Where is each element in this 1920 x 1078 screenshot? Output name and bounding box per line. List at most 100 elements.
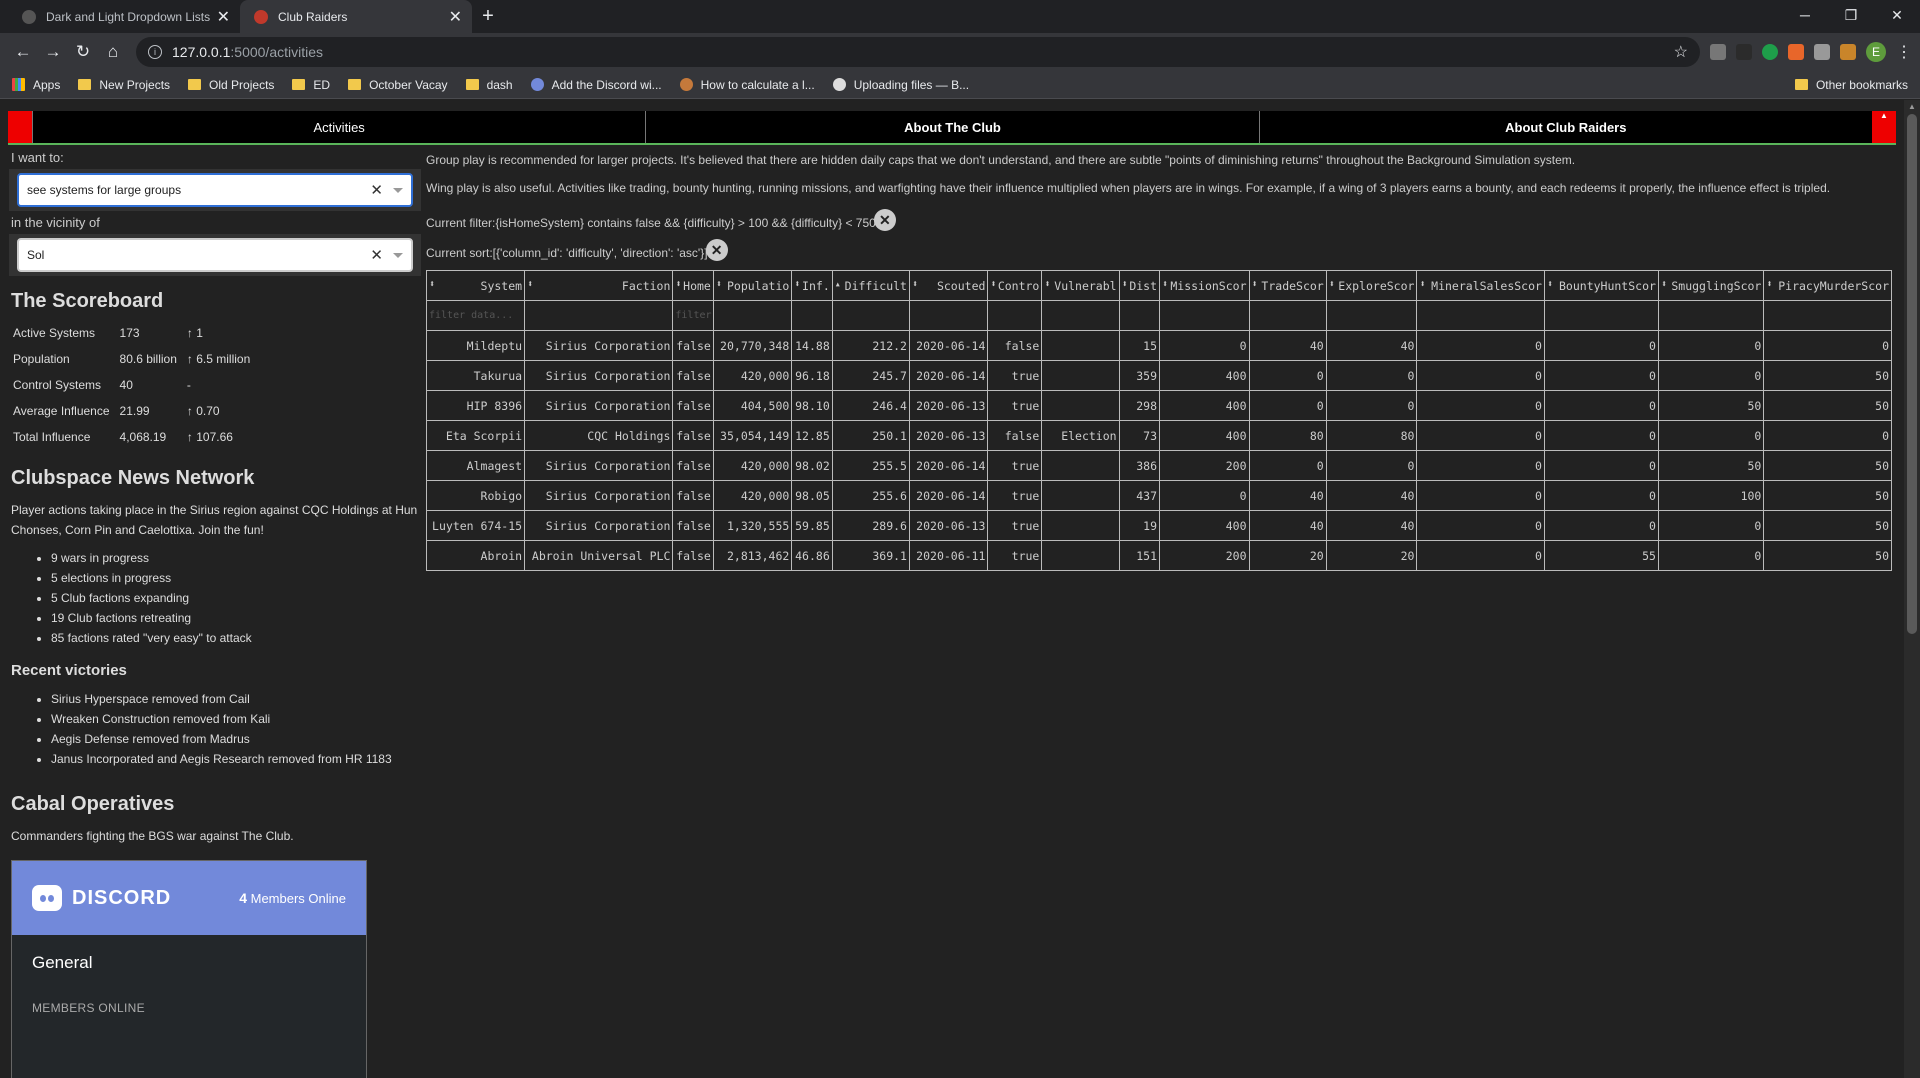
sort-asc-icon[interactable]: ▴ (835, 279, 841, 290)
column-filter-input[interactable] (1041, 300, 1120, 331)
column-header[interactable]: ⬍ Populatio (712, 270, 793, 301)
column-filter-input[interactable] (1543, 300, 1659, 331)
bookmark-item[interactable]: Apps (12, 78, 60, 92)
extension-icon[interactable] (1788, 44, 1804, 60)
column-filter-input[interactable] (1325, 300, 1418, 331)
column-header[interactable]: ⬍ TradeScor (1248, 270, 1327, 301)
column-header[interactable]: ⬍ Scouted (908, 270, 989, 301)
clear-sort-icon[interactable]: ✕ (705, 239, 728, 261)
extension-icon[interactable] (1736, 44, 1752, 60)
close-tab-icon[interactable]: ✕ (217, 7, 230, 27)
sort-icon[interactable]: ⬍ (1252, 279, 1258, 290)
bookmark-item[interactable]: How to calculate a l... (679, 78, 815, 92)
column-filter-input[interactable] (831, 300, 910, 331)
bookmark-item[interactable]: October Vacay (348, 78, 448, 92)
tab-about-the-club[interactable]: About The Club (645, 111, 1258, 143)
bookmark-item[interactable]: Old Projects (188, 78, 274, 92)
tab-about-club-raiders[interactable]: About Club Raiders (1258, 111, 1872, 143)
table-row[interactable]: Takurua Sirius Corporation false 420,000 96.… (425, 360, 1892, 391)
bookmark-item[interactable]: New Projects (78, 78, 170, 92)
profile-avatar[interactable]: E (1866, 42, 1886, 62)
address-bar[interactable]: i 127.0.0.1:5000/activities ☆ (136, 37, 1700, 67)
column-header[interactable]: ⬍ SmugglingScor (1657, 270, 1765, 301)
column-filter-input[interactable] (1118, 300, 1161, 331)
close-tab-icon[interactable]: ✕ (449, 7, 462, 27)
minimize-icon[interactable]: ─ (1782, 0, 1828, 30)
table-row[interactable]: Eta Scorpii CQC Holdings false 35,054,149 12… (425, 420, 1892, 451)
column-header[interactable]: ⬍ System (425, 270, 526, 301)
column-filter-input[interactable] (791, 300, 833, 331)
nav-scroll-up-icon[interactable]: ▲ (1871, 111, 1896, 143)
bookmark-item[interactable]: ED (292, 78, 330, 92)
column-filter-input[interactable] (1763, 300, 1892, 331)
chevron-down-icon[interactable] (393, 252, 403, 258)
column-header[interactable]: ⬍ PiracyMurderScor (1763, 270, 1892, 301)
table-row[interactable]: Mildeptu Sirius Corporation false 20,770,34… (425, 330, 1892, 361)
discord-logo[interactable]: DISCORD (32, 885, 239, 911)
table-row[interactable]: Abroin Abroin Universal PLC false 2,813,462… (425, 540, 1892, 571)
column-header[interactable]: ⬍ ExploreScor (1325, 270, 1418, 301)
column-header[interactable]: ⬍ MineralSalesScor (1416, 270, 1545, 301)
forward-icon[interactable]: → (38, 42, 68, 62)
close-window-icon[interactable]: ✕ (1874, 0, 1920, 30)
column-filter-input[interactable] (524, 300, 674, 331)
sort-icon[interactable]: ⬍ (716, 279, 722, 290)
sort-icon[interactable]: ⬍ (1044, 279, 1050, 290)
bookmark-star-icon[interactable]: ☆ (1674, 42, 1688, 62)
extension-pen-icon[interactable] (1814, 44, 1830, 60)
vicinity-dropdown[interactable]: Sol ✕ (17, 238, 413, 272)
table-row[interactable]: Luyten 674-15 Sirius Corporation false 1,32… (425, 510, 1892, 541)
table-row[interactable]: Almagest Sirius Corporation false 420,000 98… (425, 450, 1892, 481)
column-header[interactable]: ⬍ Dist (1118, 270, 1161, 301)
browser-tab[interactable]: Dark and Light Dropdown Lists | ✕ (8, 0, 240, 33)
home-icon[interactable]: ⌂ (98, 42, 128, 62)
column-header[interactable]: ⬍ Faction (524, 270, 674, 301)
column-filter-input[interactable] (1248, 300, 1327, 331)
browser-tab[interactable]: Club Raiders ✕ (240, 0, 472, 33)
back-icon[interactable]: ← (8, 42, 38, 62)
column-header[interactable]: ⬍ BountyHuntScor (1543, 270, 1659, 301)
column-header[interactable]: ⬍ Vulnerabl (1041, 270, 1120, 301)
column-header[interactable]: ⬍ Home (672, 270, 714, 301)
clear-icon[interactable]: ✕ (370, 246, 383, 264)
page-scrollbar[interactable]: ▲ (1904, 100, 1920, 1078)
table-row[interactable]: Robigo Sirius Corporation false 420,000 98.0… (425, 480, 1892, 511)
column-header[interactable]: ⬍ Inf. (791, 270, 833, 301)
extension-icon[interactable] (1710, 44, 1726, 60)
clear-icon[interactable]: ✕ (370, 181, 383, 199)
column-filter-input[interactable] (1657, 300, 1765, 331)
sort-icon[interactable]: ⬍ (1766, 279, 1772, 290)
scrollbar-thumb[interactable] (1907, 114, 1917, 634)
sort-icon[interactable]: ⬍ (675, 279, 681, 290)
sort-icon[interactable]: ⬍ (1661, 279, 1667, 290)
reload-icon[interactable]: ↻ (68, 42, 98, 62)
extension-k-icon[interactable] (1840, 44, 1856, 60)
sort-icon[interactable]: ⬍ (1122, 279, 1128, 290)
sort-icon[interactable]: ⬍ (1419, 279, 1425, 290)
menu-kebab-icon[interactable]: ⋮ (1896, 42, 1912, 62)
bookmark-item[interactable]: dash (465, 78, 513, 92)
restore-icon[interactable]: ❐ (1828, 0, 1874, 30)
extension-shield-icon[interactable] (1762, 44, 1778, 60)
sort-icon[interactable]: ⬍ (1162, 279, 1168, 290)
activity-dropdown[interactable]: see systems for large groups ✕ (17, 173, 413, 207)
new-tab-button[interactable]: + (472, 0, 504, 33)
column-filter-input[interactable] (987, 300, 1043, 331)
table-row[interactable]: HIP 8396 Sirius Corporation false 404,500 98… (425, 390, 1892, 421)
sort-icon[interactable]: ⬍ (1547, 279, 1553, 290)
column-filter-input[interactable] (1416, 300, 1545, 331)
scroll-up-icon[interactable]: ▲ (1904, 100, 1920, 114)
column-header[interactable]: ⬍ Contro (987, 270, 1043, 301)
column-header[interactable]: ⬍ MissionScor (1159, 270, 1250, 301)
column-filter-input[interactable]: filter data... (425, 300, 526, 331)
sort-icon[interactable]: ⬍ (429, 279, 435, 290)
column-header[interactable]: ▴ Difficult (831, 270, 910, 301)
column-filter-input[interactable] (908, 300, 989, 331)
sort-icon[interactable]: ⬍ (527, 279, 533, 290)
column-filter-input[interactable]: filter data... (672, 300, 714, 331)
sort-icon[interactable]: ⬍ (912, 279, 918, 290)
column-filter-input[interactable] (712, 300, 793, 331)
chevron-down-icon[interactable] (393, 187, 403, 193)
sort-icon[interactable]: ⬍ (794, 279, 800, 290)
site-info-icon[interactable]: i (148, 45, 162, 59)
